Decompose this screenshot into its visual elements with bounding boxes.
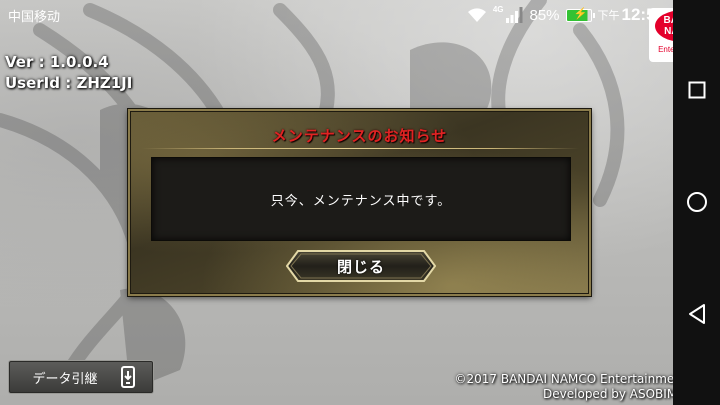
version-label: Ver : 1.0.0.4 [5,53,109,71]
back-icon [689,304,705,324]
battery-percent: 85% [529,6,560,24]
network-type-label: 4G [492,4,504,14]
status-indicators: 4G 85% ⚡ 下午 12:57 [467,4,665,26]
version-info: Ver : 1.0.0.4 UserId : ZHZ1JI [5,52,132,94]
phone-transfer-icon [120,366,135,388]
data-transfer-button[interactable]: データ引継 [8,360,154,394]
signal-icon [506,7,523,23]
close-button[interactable]: 閉じる [286,250,436,282]
navigation-bar [673,0,720,405]
clock-period: 下午 [597,9,620,22]
home-button[interactable] [685,190,709,214]
back-button[interactable] [685,302,709,326]
close-button-label: 閉じる [336,258,385,276]
dialog-title: メンテナンスのお知らせ [271,127,448,145]
recent-apps-button[interactable] [685,78,709,102]
data-transfer-label: データ引継 [32,370,98,386]
battery-charging-icon: ⚡ [565,8,595,22]
home-icon [687,192,707,212]
carrier-name: 中国移动 [8,10,61,25]
dialog-divider [142,148,579,149]
status-bar: 中国移动 4G 85% ⚡ 下午 12:57 [0,0,673,30]
user-id-label: UserId : ZHZ1JI [5,74,133,92]
recent-apps-icon [688,81,706,99]
wifi-icon [467,8,486,22]
dialog-message: 只今、メンテナンス中です。 [270,193,452,209]
dialog-message-box: 只今、メンテナンス中です。 [151,157,571,241]
maintenance-dialog: メンテナンスのお知らせ 只今、メンテナンス中です。 閉じる [128,109,591,296]
